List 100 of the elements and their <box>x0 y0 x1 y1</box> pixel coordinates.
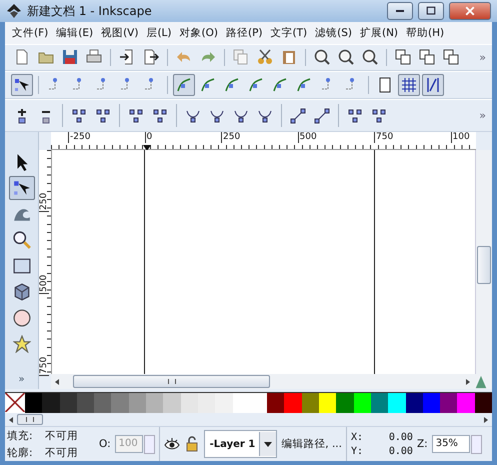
segment-icon <box>290 108 306 124</box>
color-swatch[interactable] <box>284 393 302 414</box>
color-swatch[interactable] <box>42 393 60 414</box>
curve-node-icon <box>200 76 216 93</box>
export-icon <box>143 49 159 66</box>
segment-icon <box>314 108 330 124</box>
color-swatch[interactable] <box>76 393 94 414</box>
color-swatch[interactable] <box>180 393 198 414</box>
circle-icon <box>12 308 30 327</box>
color-swatch[interactable] <box>250 393 268 414</box>
stroke-label: 轮廓: <box>7 446 34 460</box>
overflow-button[interactable]: » <box>479 109 486 122</box>
ruler-label: 0 <box>144 132 152 143</box>
color-swatch[interactable] <box>215 393 233 414</box>
color-swatch[interactable] <box>422 393 440 414</box>
curve-node-icon <box>248 76 264 93</box>
overflow-button[interactable]: » <box>18 374 25 386</box>
color-swatch[interactable] <box>440 393 458 414</box>
horizontal-scrollbar[interactable] <box>51 374 492 390</box>
color-swatch[interactable] <box>232 393 250 414</box>
vertical-scrollbar[interactable] <box>475 150 492 374</box>
zoom-field[interactable]: 35% <box>432 435 470 454</box>
nodes-icon <box>371 108 387 124</box>
guides-icon <box>425 76 441 93</box>
ruler-label: 750 <box>374 132 394 143</box>
minimize-button[interactable] <box>387 2 413 20</box>
import-icon <box>119 49 135 66</box>
color-swatch[interactable] <box>406 393 423 414</box>
color-swatch[interactable] <box>146 393 164 414</box>
nodes-icon <box>128 108 144 124</box>
color-manage-icon <box>474 374 488 389</box>
group-icon <box>443 49 459 66</box>
color-swatch[interactable] <box>25 393 42 414</box>
color-swatch[interactable] <box>198 393 216 414</box>
color-swatch[interactable] <box>354 393 371 414</box>
color-swatch[interactable] <box>94 393 112 414</box>
toolbar-button[interactable] <box>11 74 33 96</box>
clipboard-icon <box>281 49 297 66</box>
color-swatch[interactable] <box>319 393 336 414</box>
color-swatch[interactable] <box>128 393 146 414</box>
cross-icon <box>5 393 25 412</box>
status-message: 编辑路径, ... <box>281 437 342 452</box>
color-swatch[interactable] <box>302 393 320 414</box>
menu-item[interactable]: 对象(O) <box>176 24 221 42</box>
scissors-icon <box>257 49 273 66</box>
nodes-icon <box>95 108 111 124</box>
new-document-icon <box>14 49 30 66</box>
y-label: Y: <box>350 446 364 457</box>
curve-node-icon <box>272 76 288 93</box>
menu-item[interactable]: 视图(V) <box>98 24 142 42</box>
rectangle-icon <box>12 256 30 275</box>
color-swatch[interactable] <box>336 393 354 414</box>
maximize-button[interactable] <box>418 2 444 20</box>
color-swatch[interactable] <box>370 393 388 414</box>
node-line-icon <box>14 76 30 93</box>
color-swatch[interactable] <box>474 393 492 414</box>
fill-label: 填充: <box>7 428 34 443</box>
color-swatch[interactable] <box>267 393 284 414</box>
close-button[interactable] <box>449 2 491 20</box>
x-value: 0.00 <box>388 432 413 443</box>
menu-item[interactable]: 层(L) <box>143 24 174 42</box>
minimize-icon <box>396 10 404 12</box>
maximize-icon <box>425 5 437 17</box>
nodes-icon <box>71 108 87 124</box>
close-icon <box>464 5 476 17</box>
curve-node-icon <box>296 76 312 93</box>
toolbar-button[interactable] <box>422 74 444 96</box>
menu-item[interactable]: 文字(T) <box>268 24 310 42</box>
star-icon <box>12 334 30 353</box>
ruler-label: 500 <box>298 132 317 143</box>
nodes-icon <box>347 108 363 124</box>
menu-item[interactable]: 编辑(E) <box>53 24 96 42</box>
cube-icon <box>12 282 30 301</box>
zoom-label: Z: <box>416 438 428 450</box>
node-pointer-icon <box>12 178 30 197</box>
menu-item[interactable]: 扩展(N) <box>356 24 402 42</box>
color-swatch[interactable] <box>163 393 181 414</box>
nodes-icon <box>152 108 168 124</box>
menu-item[interactable]: 帮助(H) <box>403 24 448 42</box>
color-swatch[interactable] <box>111 393 129 414</box>
zoom-icon <box>362 49 378 66</box>
overflow-button[interactable]: » <box>479 50 486 64</box>
ruler-label: 250 <box>221 132 240 143</box>
menu-item[interactable]: 滤镜(S) <box>312 24 355 42</box>
color-swatch[interactable] <box>388 393 406 414</box>
y-value: 0.00 <box>388 446 413 457</box>
x-label: X: <box>350 432 364 443</box>
no-paint-swatch[interactable] <box>5 393 25 414</box>
tool-button[interactable] <box>8 176 34 200</box>
color-swatch[interactable] <box>457 393 475 414</box>
ruler-label: -250 <box>68 132 90 143</box>
menu-item[interactable]: 路径(P) <box>222 24 266 42</box>
zoom-icon <box>314 49 330 66</box>
curve-node-icon <box>176 76 192 93</box>
layer-dropdown[interactable]: -Layer 1 <box>204 430 278 458</box>
toolbar-button[interactable] <box>398 74 420 96</box>
copy-icon <box>233 49 249 66</box>
menu-item[interactable]: 文件(F) <box>9 24 52 42</box>
color-swatch[interactable] <box>60 393 77 414</box>
curve-node-icon <box>224 76 240 93</box>
